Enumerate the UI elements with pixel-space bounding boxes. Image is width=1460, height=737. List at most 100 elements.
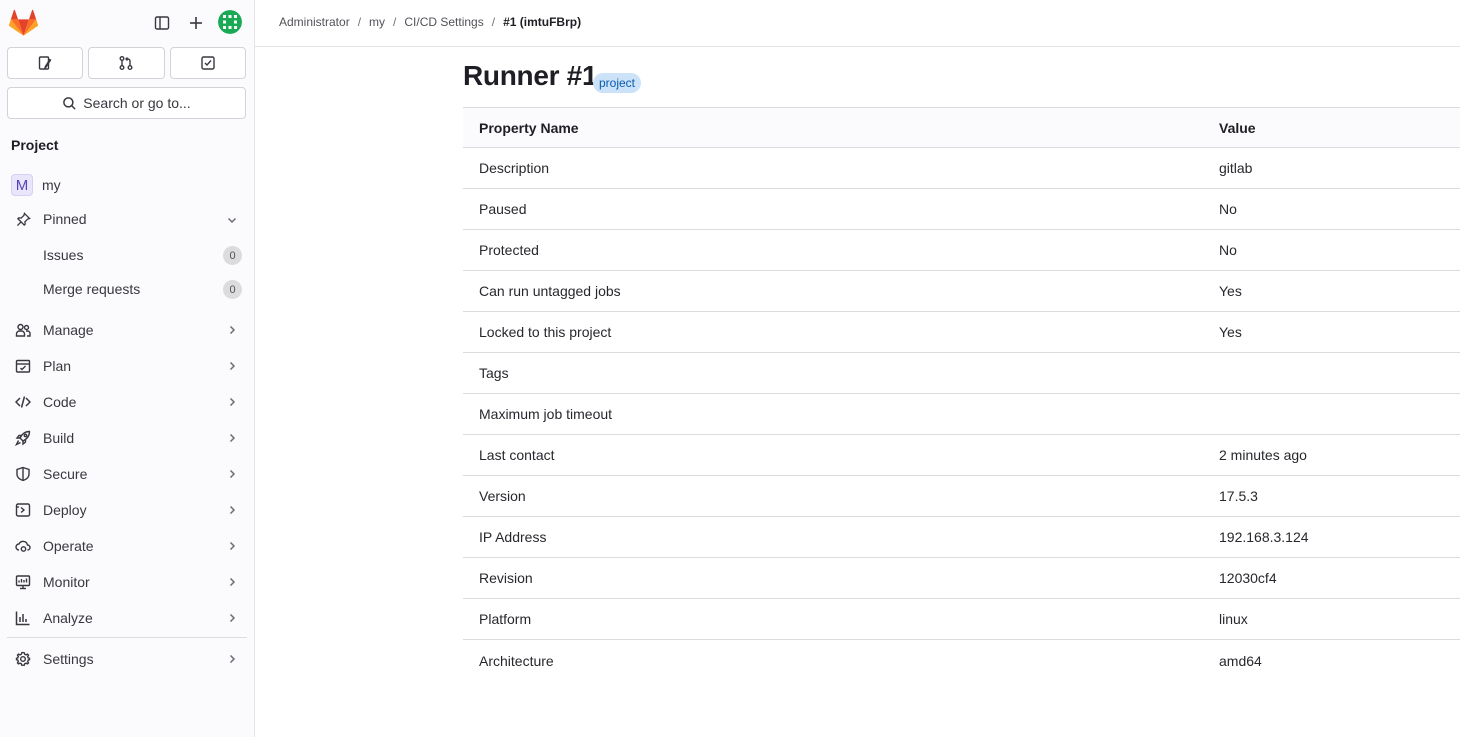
rocket-icon <box>15 430 31 446</box>
sidebar-item-build[interactable]: Build <box>7 422 247 454</box>
sidebar-item-secure[interactable]: Secure <box>7 458 247 490</box>
table-row: Last contact 2 minutes ago <box>463 435 1460 476</box>
table-header-row: Property Name Value <box>463 107 1460 148</box>
todo-icon <box>201 56 215 70</box>
top-bar: Administrator / my / CI/CD Settings / #1… <box>255 0 1460 47</box>
breadcrumb-separator: / <box>357 15 362 29</box>
sidebar-item-operate[interactable]: Operate <box>7 530 247 562</box>
sidebar: Search or go to... Project M my Pinned I… <box>0 0 255 737</box>
chevron-right-icon <box>229 361 236 371</box>
chevron-right-icon <box>229 325 236 335</box>
chevron-right-icon <box>229 505 236 515</box>
calendar-icon <box>15 358 31 374</box>
table-row: Architecture amd64 <box>463 640 1460 681</box>
todo-button[interactable] <box>169 47 246 79</box>
merge-requests-label: Merge requests <box>43 281 141 297</box>
plus-icon[interactable] <box>185 12 207 34</box>
breadcrumb-item-current[interactable]: #1 (imtuFBrp) <box>503 15 581 29</box>
pinned-label: Pinned <box>43 211 87 227</box>
sidebar-item-issues[interactable]: Issues 0 <box>7 239 247 271</box>
operate-label: Operate <box>43 538 94 554</box>
property-name: Version <box>479 488 526 504</box>
sidebar-item-settings[interactable]: Settings <box>7 643 247 675</box>
property-value: Yes <box>1219 283 1242 299</box>
table-row: Locked to this project Yes <box>463 312 1460 353</box>
breadcrumb-separator: / <box>393 15 397 29</box>
sidebar-top-row <box>0 0 254 46</box>
column-header-value: Value <box>1219 119 1256 136</box>
chevron-right-icon <box>229 577 236 587</box>
sidebar-item-code[interactable]: Code <box>7 386 247 418</box>
merge-request-icon <box>119 56 133 70</box>
sidebar-item-monitor[interactable]: Monitor <box>7 566 247 598</box>
property-name: Platform <box>479 611 532 627</box>
runner-details-table: Property Name Value Description gitlab Pa… <box>463 107 1460 681</box>
issues-icon <box>38 56 52 71</box>
property-name: Last contact <box>479 447 555 463</box>
chevron-right-icon <box>229 613 236 623</box>
column-header-property: Property Name <box>479 119 579 136</box>
code-icon <box>15 394 31 410</box>
property-name: Revision <box>479 570 533 586</box>
sidebar-item-project[interactable]: M my <box>7 169 247 201</box>
settings-label: Settings <box>43 651 94 667</box>
property-name: Locked to this project <box>479 324 612 340</box>
sidebar-item-manage[interactable]: Manage <box>7 314 247 346</box>
breadcrumb-item-cicd-settings[interactable]: CI/CD Settings <box>404 15 483 29</box>
table-row: Revision 12030cf4 <box>463 558 1460 599</box>
shield-icon <box>15 466 31 482</box>
chevron-right-icon <box>229 433 236 443</box>
user-avatar[interactable] <box>218 10 242 34</box>
chevron-right-icon <box>229 469 236 479</box>
sidebar-divider <box>7 637 247 638</box>
manage-label: Manage <box>43 322 94 338</box>
table-row: IP Address 192.168.3.124 <box>463 517 1460 558</box>
property-value: linux <box>1219 611 1248 627</box>
search-button[interactable]: Search or go to... <box>7 87 246 119</box>
issues-label: Issues <box>43 247 84 263</box>
toggle-sidebar-icon[interactable] <box>151 12 173 34</box>
sidebar-item-pinned[interactable]: Pinned <box>7 203 247 235</box>
sidebar-item-analyze[interactable]: Analyze <box>7 602 247 634</box>
code-label: Code <box>43 394 77 410</box>
table-row: Platform linux <box>463 599 1460 640</box>
chart-icon <box>15 610 31 626</box>
merge-requests-button[interactable] <box>88 47 165 79</box>
property-value: gitlab <box>1219 160 1253 176</box>
thumbtack-icon <box>15 211 31 227</box>
merge-requests-count-badge: 0 <box>223 280 242 299</box>
property-name: Protected <box>479 242 539 258</box>
breadcrumb-item-project[interactable]: my <box>369 15 385 29</box>
property-name: Can run untagged jobs <box>479 283 621 299</box>
chevron-right-icon <box>229 541 236 551</box>
property-value: No <box>1219 242 1237 258</box>
build-label: Build <box>43 430 75 446</box>
sidebar-item-plan[interactable]: Plan <box>7 350 247 382</box>
sidebar-item-merge-requests[interactable]: Merge requests 0 <box>7 273 247 305</box>
plan-label: Plan <box>43 358 72 374</box>
property-value: 2 minutes ago <box>1219 447 1307 463</box>
table-row: Maximum job timeout <box>463 394 1460 435</box>
cloud-gear-icon <box>15 538 31 554</box>
page-title: Runner #1 <box>463 60 598 91</box>
analyze-label: Analyze <box>43 610 93 626</box>
table-row: Description gitlab <box>463 148 1460 189</box>
property-value: No <box>1219 201 1237 217</box>
property-name: IP Address <box>479 529 547 545</box>
gitlab-logo-icon[interactable] <box>9 9 38 37</box>
property-value: amd64 <box>1219 652 1262 669</box>
chevron-down-icon <box>227 217 237 224</box>
sidebar-item-deploy[interactable]: Deploy <box>7 494 247 526</box>
search-label: Search or go to... <box>83 95 191 111</box>
issues-count-badge: 0 <box>223 246 242 265</box>
sidebar-quick-buttons <box>7 47 246 79</box>
project-name: my <box>42 177 61 193</box>
table-row: Version 17.5.3 <box>463 476 1460 517</box>
search-icon <box>63 96 76 110</box>
issues-button[interactable] <box>7 47 84 79</box>
property-name: Architecture <box>479 652 554 669</box>
project-avatar: M <box>11 174 33 196</box>
breadcrumb-item-administrator[interactable]: Administrator <box>279 15 350 29</box>
secure-label: Secure <box>43 466 88 482</box>
table-row: Tags <box>463 353 1460 394</box>
